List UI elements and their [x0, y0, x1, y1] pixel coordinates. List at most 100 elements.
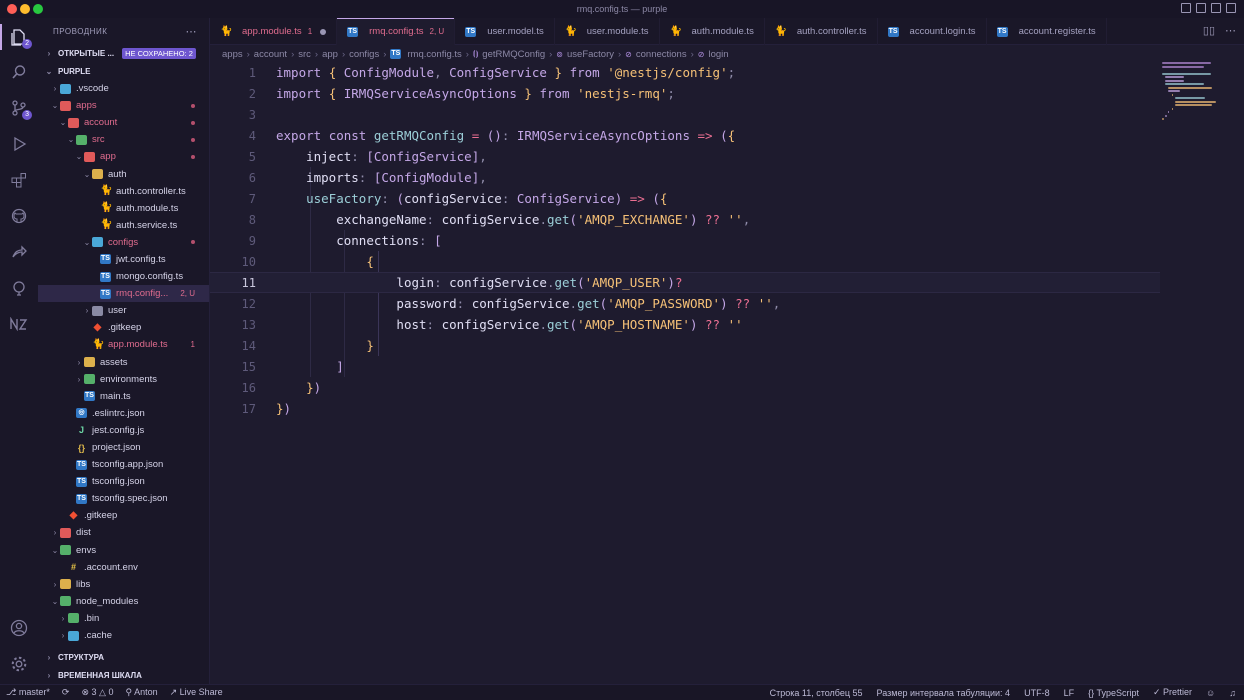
source-control-icon[interactable]: 3 [9, 98, 32, 120]
code-line[interactable]: 2 import { IRMQServiceAsyncOptions } from… [210, 83, 1160, 104]
breadcrumb-item[interactable]: getRMQConfig [482, 49, 545, 60]
code-line[interactable]: 7 useFactory: (configService: ConfigServ… [210, 188, 1160, 209]
tree-item[interactable]: ⌄ app [38, 148, 209, 165]
toggle-sidebar-icon[interactable] [1181, 3, 1191, 13]
tree-item[interactable]: ◎ .eslintrc.json [38, 405, 209, 422]
tree-item[interactable]: › dist [38, 524, 209, 541]
more-actions-icon[interactable]: ⋯ [1225, 24, 1236, 37]
tree-item[interactable]: ⌄ src [38, 131, 209, 148]
live-share-item[interactable]: ↗ Live Share [170, 687, 223, 698]
tree-item[interactable]: ◆ .gitkeep [38, 507, 209, 524]
end-of-line[interactable]: LF [1064, 688, 1075, 698]
tree-item[interactable]: 🐈 app.module.ts 1 [38, 336, 209, 353]
tree-item[interactable]: ⌄ apps [38, 97, 209, 114]
prettier-item[interactable]: ✓ Prettier [1153, 687, 1192, 698]
outline-section[interactable]: › СТРУКТУРА [38, 648, 209, 666]
toggle-secondary-sidebar-icon[interactable] [1211, 3, 1221, 13]
open-editors-section[interactable]: › ОТКРЫТЫЕ ... НЕ СОХРАНЕНО: 2 [38, 44, 209, 62]
tree-item[interactable]: › assets [38, 354, 209, 371]
tree-item[interactable]: Jjest.config.js [38, 422, 209, 439]
notifications-icon[interactable]: ♫ [1229, 688, 1236, 698]
run-debug-icon[interactable] [9, 134, 29, 154]
code-line[interactable]: 11 login: configService.get('AMQP_USER')… [210, 272, 1160, 293]
tree-item[interactable]: TS mongo.config.ts [38, 268, 209, 285]
toggle-panel-icon[interactable] [1196, 3, 1206, 13]
nx-console-icon[interactable] [9, 314, 29, 334]
customize-layout-icon[interactable] [1226, 3, 1236, 13]
user-item[interactable]: ⚲ Anton [125, 687, 157, 698]
tab-auth-controller-ts[interactable]: 🐈 auth.controller.ts [765, 18, 878, 45]
tab-account-register-ts[interactable]: TS account.register.ts [987, 18, 1107, 45]
cursor-position[interactable]: Строка 11, столбец 55 [770, 688, 863, 698]
tree-item[interactable]: # .account.env [38, 559, 209, 576]
explorer-icon[interactable]: 2 [9, 27, 32, 49]
tree-item[interactable]: › environments [38, 371, 209, 388]
language-mode[interactable]: {} TypeScript [1088, 688, 1139, 698]
settings-gear-icon[interactable] [9, 654, 29, 674]
tree-item[interactable]: ⌄ account [38, 114, 209, 131]
code-line[interactable]: 6 imports: [ConfigModule], [210, 167, 1160, 188]
tree-item[interactable]: TS tsconfig.spec.json [38, 490, 209, 507]
tab-app-module-ts[interactable]: 🐈 app.module.ts 1 [210, 18, 338, 45]
code-line[interactable]: 1 import { ConfigModule, ConfigService } … [210, 62, 1160, 83]
code-line[interactable]: 5 inject: [ConfigService], [210, 146, 1160, 167]
live-share-icon[interactable] [9, 242, 29, 262]
code-line[interactable]: 8 exchangeName: configService.get('AMQP_… [210, 209, 1160, 230]
tree-item[interactable]: 🐈 auth.module.ts [38, 200, 209, 217]
code-line[interactable]: 16 }) [210, 377, 1160, 398]
tree-item[interactable]: › .bin [38, 610, 209, 627]
tree-item[interactable]: ⌄ envs [38, 542, 209, 559]
tree-item[interactable]: › libs [38, 576, 209, 593]
tree-item[interactable]: TS rmq.config... 2, U [38, 285, 209, 303]
tab-account-login-ts[interactable]: TS account.login.ts [878, 18, 987, 45]
tree-item[interactable]: TS jwt.config.ts [38, 251, 209, 268]
docker-icon[interactable] [9, 278, 29, 298]
branch-item[interactable]: ⎇ master* [6, 687, 50, 698]
breadcrumb-item[interactable]: app [322, 49, 338, 60]
tree-item[interactable]: ◆ .gitkeep [38, 319, 209, 336]
breadcrumb-item[interactable]: useFactory [567, 49, 614, 60]
tree-item[interactable]: › .vscode [38, 80, 209, 97]
tab-rmq-config-ts[interactable]: TS rmq.config.ts 2, U [337, 18, 456, 45]
code-line[interactable]: 13 host: configService.get('AMQP_HOSTNAM… [210, 314, 1160, 335]
unsaved-dot-icon[interactable] [320, 28, 327, 35]
split-editor-icon[interactable]: ▯▯ [1203, 24, 1215, 37]
github-icon[interactable] [9, 206, 29, 226]
tree-item[interactable]: › user [38, 302, 209, 319]
breadcrumb-item[interactable]: connections [636, 49, 687, 60]
account-icon[interactable] [9, 618, 29, 638]
workspace-root[interactable]: ⌄ PURPLE [38, 62, 209, 80]
tree-item[interactable]: TS tsconfig.app.json [38, 456, 209, 473]
code-line[interactable]: 15 ] [210, 356, 1160, 377]
code-line[interactable]: 14 } [210, 335, 1160, 356]
tree-item[interactable]: ⌄ auth [38, 165, 209, 182]
minimap[interactable] [1162, 62, 1222, 162]
tree-item[interactable]: TS main.ts [38, 388, 209, 405]
code-line[interactable]: 10 { [210, 251, 1160, 272]
breadcrumb-item[interactable]: account [254, 49, 287, 60]
breadcrumb-item[interactable]: configs [349, 49, 379, 60]
tree-item[interactable]: ⌄ configs [38, 234, 209, 251]
code-line[interactable]: 9 connections: [ [210, 230, 1160, 251]
feedback-icon[interactable]: ☺ [1206, 688, 1215, 698]
tree-item[interactable]: ⌄ node_modules [38, 593, 209, 610]
indentation[interactable]: Размер интервала табуляции: 4 [877, 688, 1011, 698]
encoding[interactable]: UTF-8 [1024, 688, 1050, 698]
code-line[interactable]: 4 export const getRMQConfig = (): IRMQSer… [210, 125, 1160, 146]
tree-item[interactable]: 🐈 auth.controller.ts [38, 183, 209, 200]
tree-item[interactable]: 🐈 auth.service.ts [38, 217, 209, 234]
tree-item[interactable]: {} project.json [38, 439, 209, 456]
code-line[interactable]: 3 [210, 104, 1160, 125]
code-line[interactable]: 12 password: configService.get('AMQP_PAS… [210, 293, 1160, 314]
code-editor[interactable]: 1 import { ConfigModule, ConfigService } … [210, 62, 1244, 684]
more-actions-icon[interactable]: ⋯ [186, 25, 198, 38]
breadcrumb-item[interactable]: apps [222, 49, 243, 60]
tree-item[interactable]: › .cache [38, 627, 209, 644]
code-line[interactable]: 17}) [210, 398, 1160, 419]
breadcrumb-item[interactable]: src [298, 49, 311, 60]
search-icon[interactable] [9, 62, 29, 82]
tab-user-module-ts[interactable]: 🐈 user.module.ts [555, 18, 660, 45]
tab-auth-module-ts[interactable]: 🐈 auth.module.ts [660, 18, 765, 45]
tab-user-model-ts[interactable]: TS user.model.ts [455, 18, 555, 45]
sync-icon[interactable]: ⟳ [62, 687, 70, 698]
